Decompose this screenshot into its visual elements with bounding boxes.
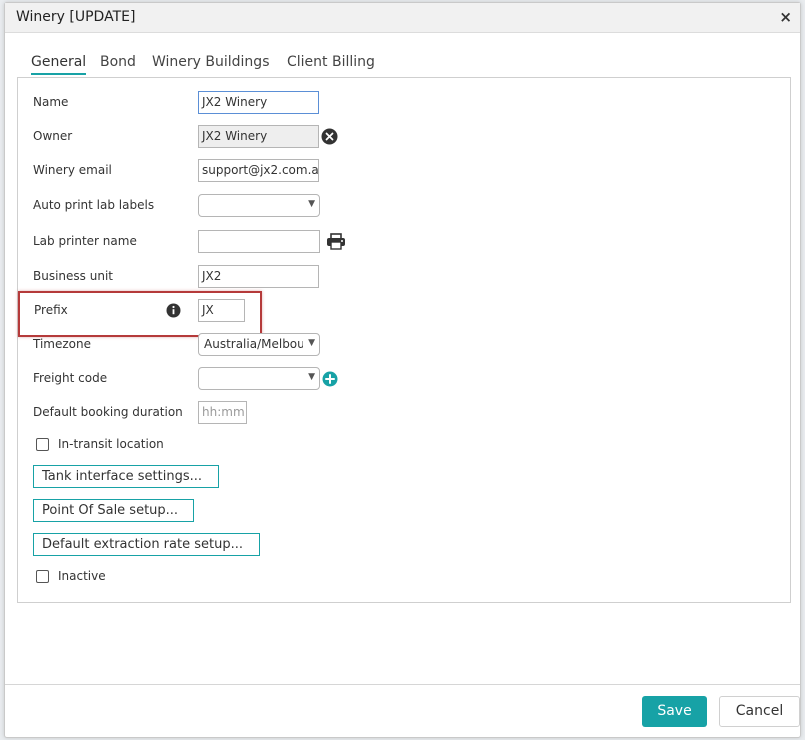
name-input[interactable]: JX2 Winery	[198, 91, 319, 114]
chevron-down-icon: ▼	[308, 372, 315, 382]
name-label: Name	[33, 95, 69, 109]
dialog-titlebar: Winery [UPDATE] ×	[5, 3, 800, 33]
footer-divider	[5, 684, 800, 685]
chevron-down-icon: ▼	[308, 199, 315, 209]
cancel-button[interactable]: Cancel	[719, 696, 800, 727]
winery-email-input[interactable]: support@jx2.com.a	[198, 159, 319, 182]
save-button[interactable]: Save	[642, 696, 707, 727]
tab-bond[interactable]: Bond	[100, 54, 136, 73]
default-booking-duration-label: Default booking duration	[33, 405, 183, 419]
timezone-select[interactable]: Australia/Melbou ▼	[198, 333, 320, 356]
plus-circle-icon[interactable]	[322, 371, 338, 391]
default-booking-duration-input[interactable]: hh:mm	[198, 401, 247, 424]
in-transit-location-checkbox[interactable]	[36, 438, 49, 451]
tab-client-billing[interactable]: Client Billing	[287, 54, 375, 73]
winery-email-label: Winery email	[33, 163, 112, 177]
owner-label: Owner	[33, 129, 73, 143]
lab-printer-name-input[interactable]	[198, 230, 320, 253]
tab-winery-buildings[interactable]: Winery Buildings	[152, 54, 270, 73]
winery-update-dialog: Winery [UPDATE] × General Bond Winery Bu…	[4, 2, 801, 738]
lab-printer-name-label: Lab printer name	[33, 234, 137, 248]
timezone-label: Timezone	[33, 337, 91, 351]
inactive-label: Inactive	[58, 569, 106, 583]
general-panel	[17, 77, 791, 603]
close-icon[interactable]: ×	[779, 9, 792, 25]
inactive-checkbox[interactable]	[36, 570, 49, 583]
tank-interface-settings-button[interactable]: Tank interface settings...	[33, 465, 219, 488]
auto-print-lab-labels-select[interactable]: ▼	[198, 194, 320, 217]
dialog-title: Winery [UPDATE]	[16, 9, 136, 25]
printer-icon[interactable]	[326, 233, 346, 254]
chevron-down-icon: ▼	[308, 338, 315, 348]
prefix-input[interactable]: JX	[198, 299, 245, 322]
timezone-value: Australia/Melbou	[204, 337, 303, 351]
auto-print-lab-labels-label: Auto print lab labels	[33, 198, 155, 212]
point-of-sale-setup-button[interactable]: Point Of Sale setup...	[33, 499, 194, 522]
owner-input[interactable]: JX2 Winery	[198, 125, 319, 148]
info-icon[interactable]	[166, 303, 181, 322]
in-transit-location-label: In-transit location	[58, 437, 164, 451]
clear-circle-icon[interactable]	[321, 128, 338, 149]
freight-code-select[interactable]: ▼	[198, 367, 320, 390]
freight-code-label: Freight code	[33, 371, 108, 385]
business-unit-label: Business unit	[33, 269, 113, 283]
prefix-label: Prefix	[34, 303, 68, 317]
default-extraction-rate-setup-button[interactable]: Default extraction rate setup...	[33, 533, 260, 556]
business-unit-input[interactable]: JX2	[198, 265, 319, 288]
tab-general[interactable]: General	[31, 54, 87, 75]
